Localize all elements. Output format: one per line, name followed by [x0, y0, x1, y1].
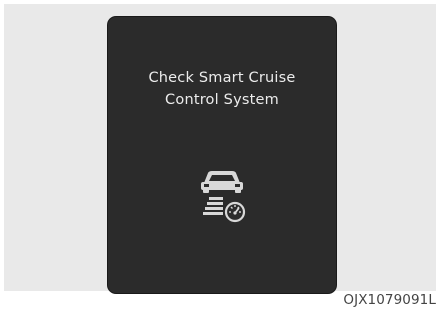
- warning-message-line-2: Control System: [165, 92, 279, 108]
- figure-code: OJX1079091L: [343, 292, 436, 308]
- cluster-display: Check Smart Cruise Control System: [108, 17, 336, 293]
- warning-message: Check Smart Cruise Control System: [108, 67, 336, 111]
- smart-cruise-control-warning-icon: [201, 171, 246, 223]
- warning-message-line-1: Check Smart Cruise: [148, 70, 296, 86]
